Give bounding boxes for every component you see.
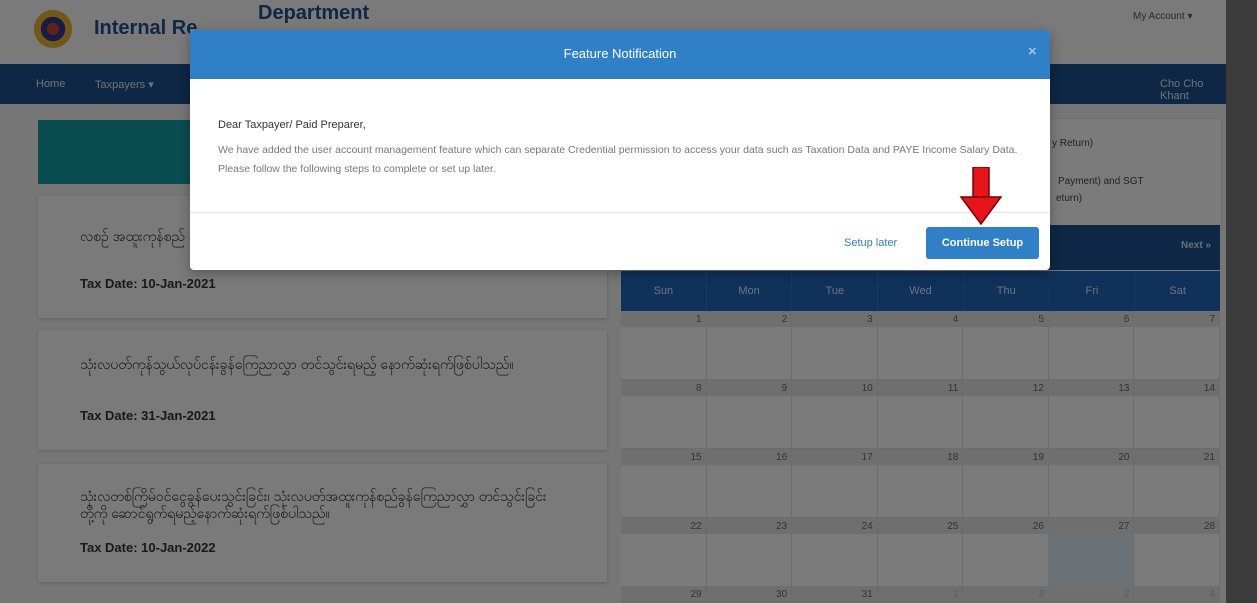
modal-divider <box>190 212 1050 213</box>
continue-setup-button[interactable]: Continue Setup <box>926 227 1039 259</box>
modal-header: Feature Notification × <box>190 30 1050 79</box>
red-arrow-annotation <box>959 167 1003 226</box>
feature-notification-modal: Feature Notification × Dear Taxpayer/ Pa… <box>190 30 1050 270</box>
modal-message: We have added the user account managemen… <box>218 144 1018 175</box>
modal-title: Feature Notification <box>563 46 677 61</box>
close-icon[interactable]: × <box>1028 43 1037 60</box>
page-scrollbar[interactable] <box>1226 0 1257 603</box>
modal-greeting: Dear Taxpayer/ Paid Preparer, <box>218 119 366 131</box>
setup-later-button[interactable]: Setup later <box>844 237 897 249</box>
